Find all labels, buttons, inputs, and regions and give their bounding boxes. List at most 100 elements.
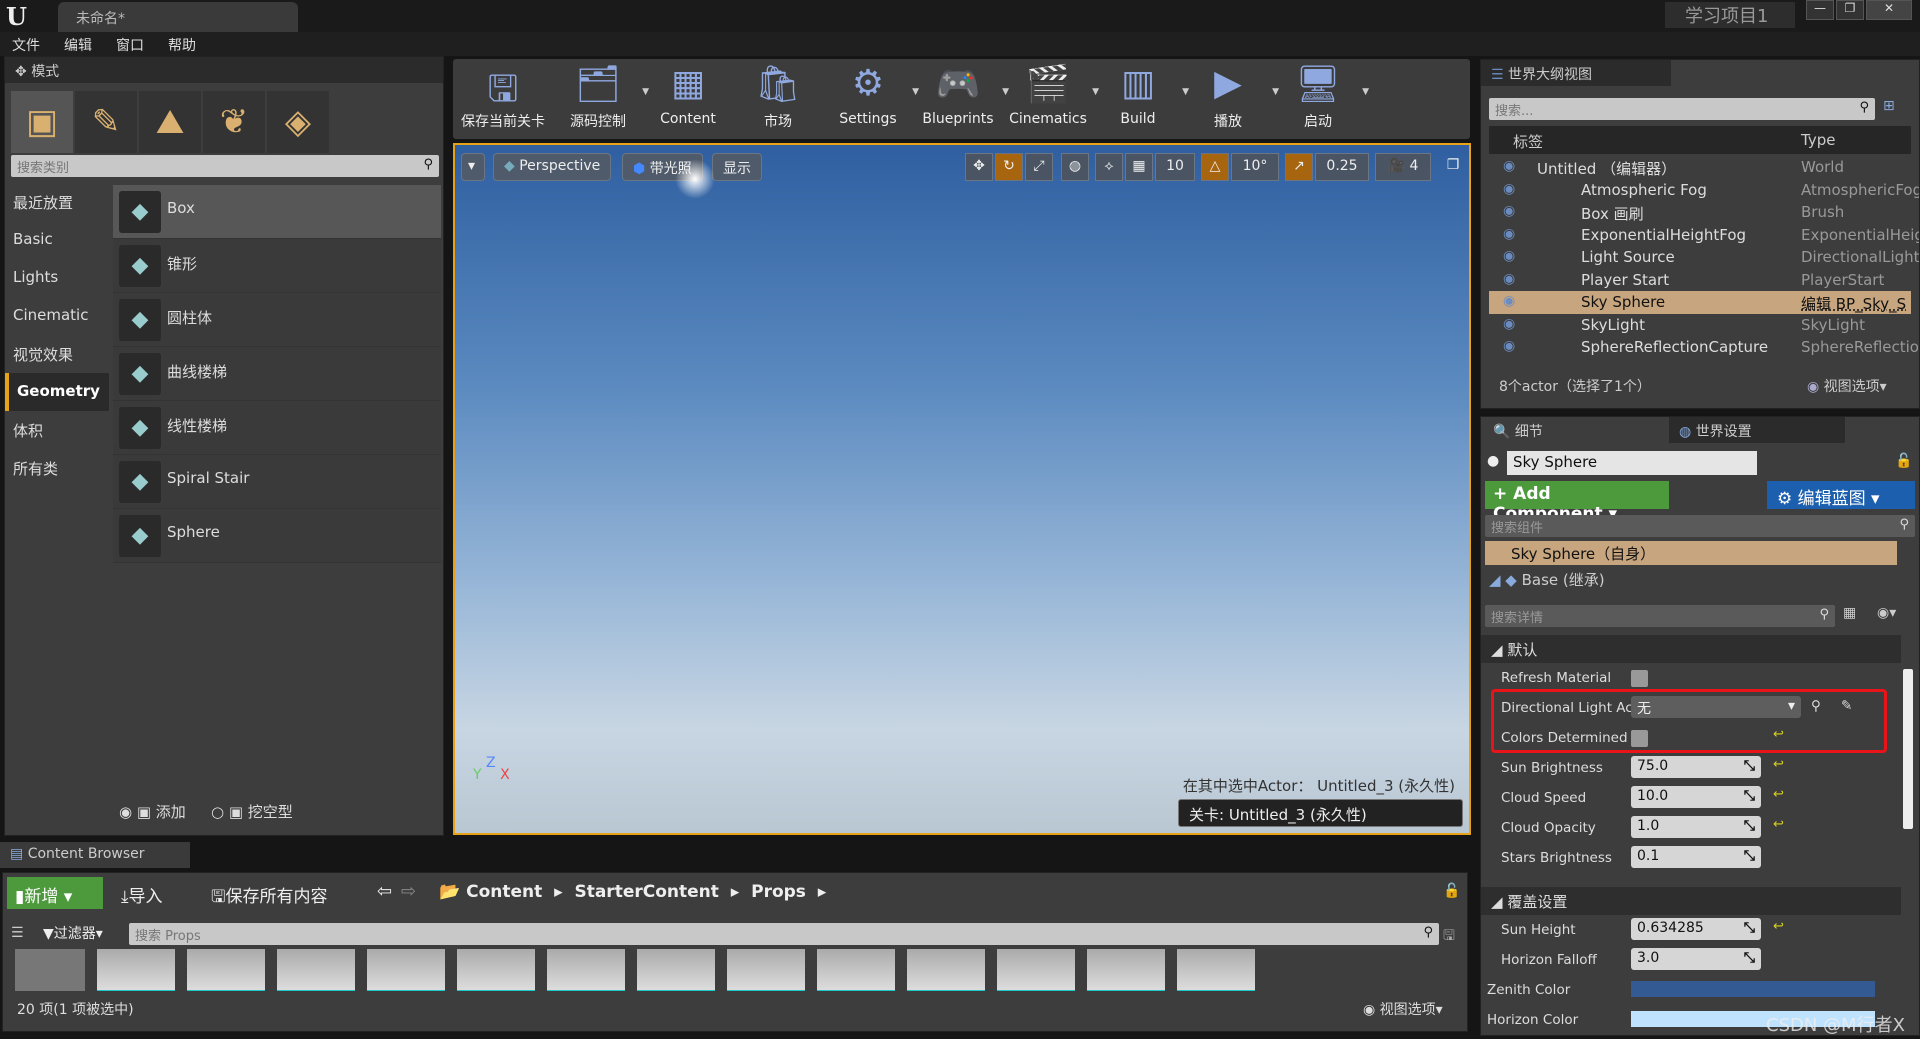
scrollbar[interactable]	[1903, 669, 1913, 829]
asset-thumbnail[interactable]	[1177, 949, 1255, 991]
asset-thumbnail[interactable]	[367, 949, 445, 991]
import-button[interactable]: ⤓导入	[121, 882, 163, 907]
toolbar-build-button[interactable]: ▥ Build ▼	[1093, 59, 1189, 139]
asset-thumbnail[interactable]	[97, 949, 175, 991]
brush-type-subtract[interactable]: ○ ▣ 挖空型	[211, 801, 293, 822]
brush-type-add[interactable]: ◉ ▣ 添加	[119, 801, 186, 822]
placeable-item[interactable]: ◆ Spiral Stair	[113, 455, 441, 509]
outliner-view-options[interactable]: ◉ 视图选项▾	[1807, 376, 1887, 396]
maximize-viewport-icon[interactable]: ❐	[1439, 153, 1467, 181]
menu-item[interactable]: 编辑	[52, 32, 104, 58]
property-value-input[interactable]: 3.0 ⤡	[1631, 948, 1761, 970]
outliner-row[interactable]: ◉ ExponentialHeightFog ExponentialHeig	[1489, 224, 1919, 247]
toolbar-save-button[interactable]: 🖫 保存当前关卡	[453, 59, 553, 139]
breadcrumb-separator-icon[interactable]: ▸	[719, 882, 751, 902]
category-item[interactable]: Geometry	[5, 373, 109, 411]
menu-item[interactable]: 帮助	[156, 32, 208, 58]
asset-thumbnail[interactable]	[1087, 949, 1165, 991]
scale-snap-icon[interactable]: ↗	[1285, 153, 1313, 181]
foliage-mode-icon[interactable]: ❦	[203, 91, 265, 153]
toolbar-content-button[interactable]: ▦ Content	[643, 59, 733, 139]
placeable-item[interactable]: ◆ Box	[113, 185, 441, 239]
outliner-row[interactable]: ◉ Untitled （编辑器） World	[1489, 156, 1911, 179]
translate-icon[interactable]: ✥	[965, 153, 993, 181]
details-tab[interactable]: 🔍 细节	[1483, 417, 1659, 443]
menu-item[interactable]: 文件	[0, 32, 52, 58]
toolbar-marketplace-button[interactable]: 🛍 市场	[733, 59, 823, 139]
geometry-edit-mode-icon[interactable]: ◈	[267, 91, 329, 153]
asset-thumbnail[interactable]	[547, 949, 625, 991]
paint-mode-icon[interactable]: ✎	[75, 91, 137, 153]
category-item[interactable]: Cinematic	[5, 297, 109, 335]
component-search-input[interactable]: 搜索组件 ⚲	[1485, 515, 1915, 537]
visibility-eye-icon[interactable]: ◉	[1503, 338, 1515, 354]
property-value-input[interactable]: 0.634285 ⤡	[1631, 918, 1761, 940]
asset-thumbnail[interactable]	[457, 949, 535, 991]
reset-to-default-icon[interactable]: ↩	[1773, 919, 1784, 934]
property-value-input[interactable]: 10.0 ⤡	[1631, 786, 1761, 808]
section-default[interactable]: ◢ 默认	[1481, 635, 1901, 663]
placeable-item[interactable]: ◆ 线性楼梯	[113, 401, 441, 455]
forward-icon[interactable]: ⇨	[401, 881, 416, 902]
asset-search-input[interactable]: 搜索 Props ⚲	[129, 923, 1439, 945]
placeable-item[interactable]: ◆ 圆柱体	[113, 293, 441, 347]
visibility-eye-icon[interactable]: ◉	[1503, 248, 1515, 264]
perspective-button[interactable]: ◆ Perspective	[493, 153, 612, 181]
scale-icon[interactable]: ⤢	[1025, 153, 1053, 181]
show-button[interactable]: 显示	[712, 153, 762, 181]
dropdown-arrow-icon[interactable]: ▼	[1362, 87, 1369, 97]
category-search-input[interactable]: 搜索类别 ⚲	[11, 155, 439, 177]
visibility-eye-icon[interactable]: ◉	[1503, 316, 1515, 332]
minimize-button[interactable]: —	[1806, 0, 1834, 20]
place-mode-icon[interactable]: ▣	[11, 91, 73, 153]
toolbar-cinematics-button[interactable]: 🎬 Cinematics ▼	[1003, 59, 1099, 139]
outliner-row[interactable]: ◉ Light Source DirectionalLight	[1489, 246, 1919, 269]
filter-button[interactable]: ▼过滤器▾	[43, 923, 103, 943]
asset-thumbnail[interactable]	[15, 949, 85, 991]
placeable-item[interactable]: ◆ 锥形	[113, 239, 441, 293]
asset-thumbnail[interactable]	[907, 949, 985, 991]
close-button[interactable]: ✕	[1866, 0, 1912, 20]
placeable-item[interactable]: ◆ Sphere	[113, 509, 441, 563]
toolbar-settings-button[interactable]: ⚙ Settings ▼	[823, 59, 919, 139]
details-search-input[interactable]: 搜索详情 ⚲	[1485, 605, 1835, 627]
rotation-snap-value[interactable]: 10°	[1231, 153, 1279, 181]
viewport-options-dropdown[interactable]: ▾	[461, 153, 485, 181]
asset-thumbnail[interactable]	[277, 949, 355, 991]
breadcrumb-separator-icon[interactable]: ▸	[542, 882, 574, 902]
property-value-input[interactable]: 75.0 ⤡	[1631, 756, 1761, 778]
component-self[interactable]: Sky Sphere（自身）	[1485, 541, 1897, 565]
lock-icon[interactable]: 🔓	[1895, 453, 1912, 469]
toolbar-blueprints-button[interactable]: 🎮 Blueprints ▼	[913, 59, 1009, 139]
toolbar-launch-button[interactable]: 🖥 启动 ▼	[1273, 59, 1369, 139]
eye-icon[interactable]: ◉▾	[1877, 605, 1896, 621]
world-local-icon[interactable]: ◍	[1061, 153, 1089, 181]
save-all-button[interactable]: 🖫保存所有内容	[211, 882, 327, 913]
asset-thumbnail[interactable]	[727, 949, 805, 991]
sources-toggle-icon[interactable]: ☰	[11, 925, 24, 941]
camera-speed-button[interactable]: 🎥 4	[1375, 153, 1431, 181]
outliner-row[interactable]: ◉ SkyLight SkyLight	[1489, 314, 1911, 337]
actor-name-input[interactable]: Sky Sphere	[1507, 451, 1757, 475]
breadcrumb-separator-icon[interactable]: ▸	[806, 882, 838, 902]
reset-to-default-icon[interactable]: ↩	[1773, 757, 1784, 772]
rotate-icon[interactable]: ↻	[995, 153, 1023, 181]
level-viewport[interactable]: ▾ ◆ Perspective ⬢ 带光照 显示 ✥ ↻ ⤢ ◍ ⟡ ▦ 10 …	[453, 143, 1471, 835]
category-item[interactable]: Lights	[5, 259, 109, 297]
category-item[interactable]: 视觉效果	[5, 335, 109, 373]
category-item[interactable]: 最近放置	[5, 183, 109, 221]
maximize-button[interactable]: ❐	[1836, 0, 1864, 20]
landscape-mode-icon[interactable]: ⛰	[139, 91, 201, 153]
toolbar-play-button[interactable]: ▶ 播放 ▼	[1183, 59, 1279, 139]
lock-icon[interactable]: 🔓	[1443, 883, 1460, 899]
category-item[interactable]: 体积	[5, 411, 109, 449]
visibility-eye-icon[interactable]: ◉	[1503, 293, 1515, 309]
scale-snap-value[interactable]: 0.25	[1315, 153, 1369, 181]
grid-snap-value[interactable]: 10	[1155, 153, 1195, 181]
add-component-button[interactable]: + Add Component ▾	[1485, 481, 1669, 524]
grid-snap-icon[interactable]: ▦	[1125, 153, 1153, 181]
visibility-eye-icon[interactable]: ◉	[1503, 271, 1515, 287]
back-icon[interactable]: ⇦	[377, 881, 392, 902]
component-base[interactable]: ◢ ◆ Base (继承)	[1489, 569, 1605, 590]
modes-tab[interactable]: ✥ 模式	[5, 57, 443, 83]
